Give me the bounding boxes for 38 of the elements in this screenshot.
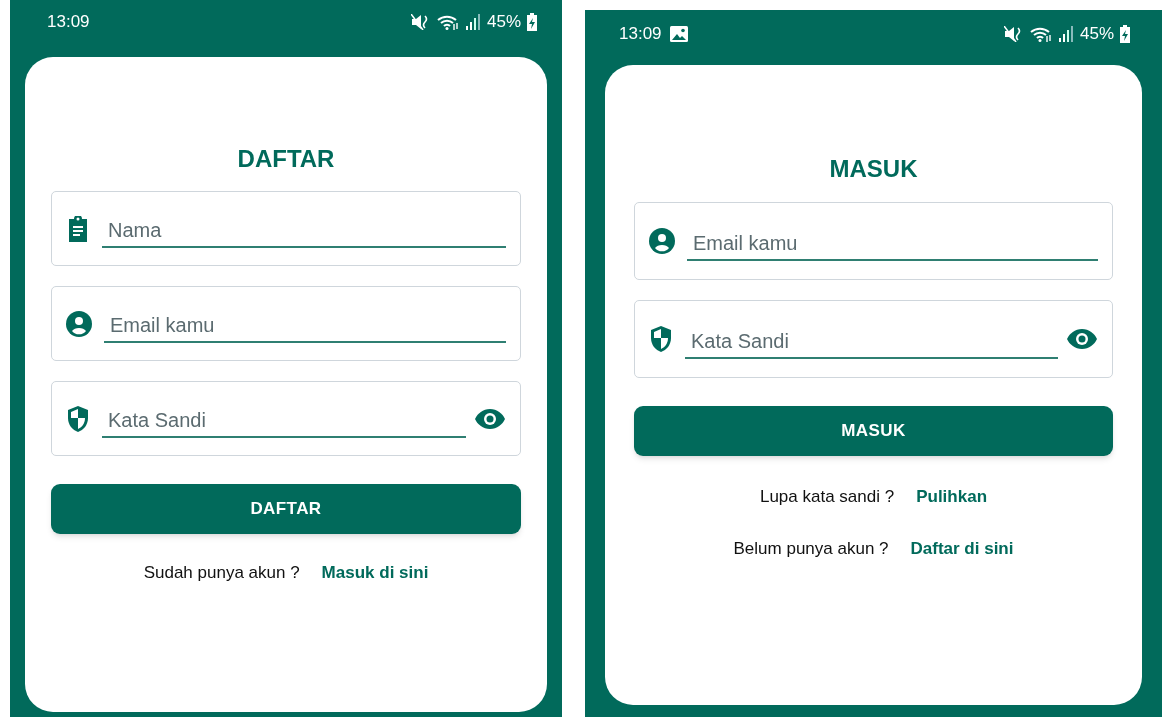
battery-percentage: 45% — [486, 10, 521, 33]
wifi-icon — [436, 13, 459, 30]
input-box[interactable]: Email kamu — [634, 202, 1113, 280]
wifi-icon — [1029, 25, 1052, 42]
text-link[interactable]: Daftar di sini — [910, 535, 1014, 561]
input-box[interactable]: Kata Sandi — [634, 300, 1113, 378]
signal-icon — [1057, 25, 1074, 42]
shield-icon — [66, 404, 90, 433]
clipboard-icon — [66, 215, 90, 242]
image-icon — [669, 25, 688, 42]
status-time: 13:09 — [47, 10, 90, 33]
prompt-text: Belum punya akun ? — [733, 537, 889, 560]
status-time: 13:09 — [619, 22, 662, 45]
input-field[interactable]: Email kamu — [687, 227, 1098, 261]
prompt-text: Lupa kata sandi ? — [759, 486, 895, 508]
signal-icon — [464, 13, 481, 30]
input-field[interactable]: Kata Sandi — [102, 405, 466, 438]
battery-icon — [1120, 24, 1130, 43]
form-title: MASUK — [828, 154, 919, 184]
battery-percentage: 45% — [1079, 22, 1114, 45]
prompt-text: Sudah punya akun ? — [143, 562, 300, 584]
text-link[interactable]: Masuk di sini — [321, 560, 429, 586]
eye-icon[interactable] — [474, 407, 506, 430]
input-box[interactable]: Kata Sandi — [51, 381, 521, 456]
input-field[interactable]: Kata Sandi — [685, 325, 1058, 359]
eye-icon[interactable] — [1066, 328, 1098, 350]
user-icon — [649, 228, 675, 254]
input-field[interactable]: Nama — [102, 215, 506, 248]
input-box[interactable]: Nama — [51, 191, 521, 266]
input-box[interactable]: Email kamu — [51, 286, 521, 361]
text-link[interactable]: Pulihkan — [916, 484, 988, 510]
shield-icon — [649, 325, 673, 353]
user-icon — [66, 310, 92, 337]
submit-button[interactable]: MASUK — [634, 406, 1113, 456]
battery-icon — [527, 12, 537, 31]
submit-button[interactable]: DAFTAR — [51, 484, 521, 534]
form-title: DAFTAR — [236, 144, 336, 174]
input-field[interactable]: Email kamu — [104, 310, 506, 343]
